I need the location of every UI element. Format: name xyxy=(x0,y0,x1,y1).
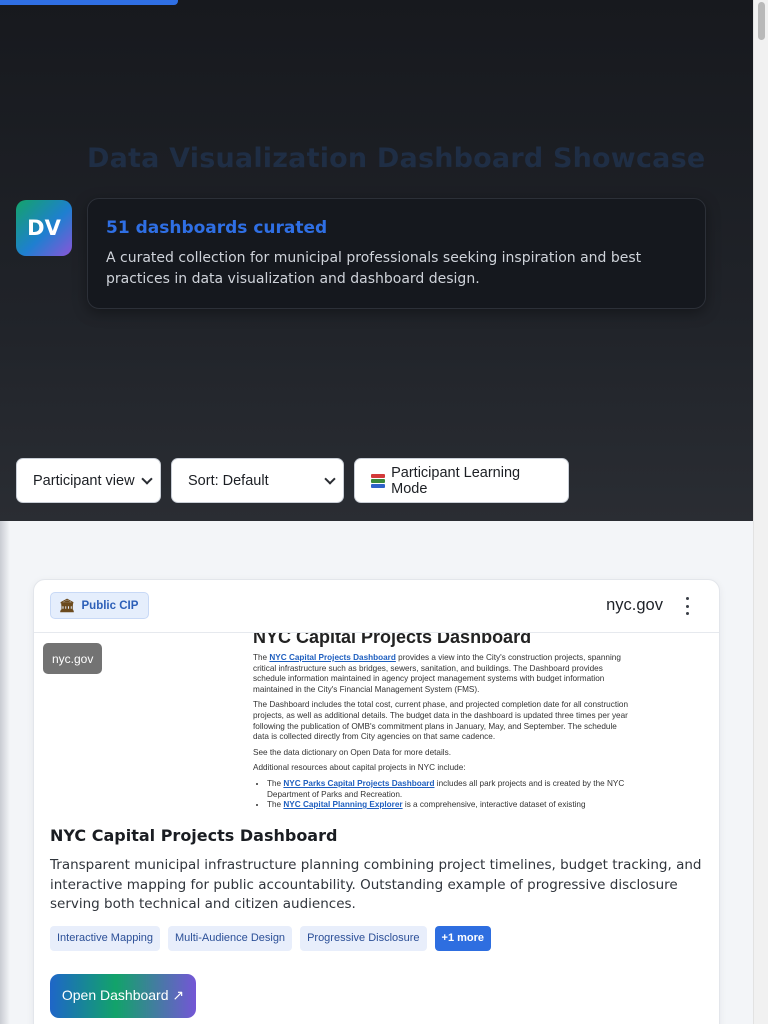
preview-paragraph: See the data dictionary on Open Data for… xyxy=(253,747,451,757)
chevron-down-icon xyxy=(141,473,153,485)
scrollbar-thumb[interactable] xyxy=(758,2,765,40)
category-badge: 🏛 Public CIP xyxy=(50,592,150,619)
dashboard-description: Transparent municipal infrastructure pla… xyxy=(50,857,702,913)
hero-section: Data Visualization Dashboard Showcase DV… xyxy=(0,0,753,521)
preview-list: The NYC Parks Capital Projects Dashboard… xyxy=(267,779,633,811)
more-options-icon[interactable] xyxy=(682,597,692,615)
bank-icon: 🏛 xyxy=(59,597,76,613)
sort-select-value: Sort: Default xyxy=(188,472,269,489)
collection-info-card: 51 dashboards curated A curated collecti… xyxy=(87,198,706,309)
learning-mode-button[interactable]: Participant Learning Mode xyxy=(354,458,569,503)
preview-paragraph: Additional resources about capital proje… xyxy=(253,763,466,773)
preview-domain-tag: nyc.gov xyxy=(43,643,103,674)
view-select[interactable]: Participant view xyxy=(16,458,161,503)
logo-avatar: DV xyxy=(16,200,72,256)
collection-description: A curated collection for municipal profe… xyxy=(106,250,642,287)
toolbar-controls: Participant view Sort: Default Participa… xyxy=(0,458,753,503)
preview-link: NYC Parks Capital Projects Dashboard xyxy=(283,778,435,788)
card-domain: nyc.gov xyxy=(606,596,663,614)
preview-list-item: The NYC Capital Planning Explorer is a c… xyxy=(267,800,633,811)
page-title: Data Visualization Dashboard Showcase xyxy=(87,143,706,174)
preview-paragraph: The Dashboard includes the total cost, c… xyxy=(253,700,629,742)
preview-document: NYC Capital Projects Dashboard The NYC C… xyxy=(253,633,633,811)
more-tags-button[interactable]: +1 more xyxy=(434,925,492,951)
books-icon xyxy=(369,473,386,489)
dashboard-preview-image[interactable]: NYC Capital Projects Dashboard The NYC C… xyxy=(34,633,719,814)
tag-chip: Interactive Mapping xyxy=(50,925,160,951)
dashboard-card: 🏛 Public CIP nyc.gov NYC Capital Project… xyxy=(33,579,720,1024)
top-progress-bar xyxy=(0,0,178,5)
preview-link: NYC Capital Projects Dashboard xyxy=(269,653,396,662)
preview-list-item: The NYC Parks Capital Projects Dashboard… xyxy=(267,779,633,800)
tag-chip: Multi-Audience Design xyxy=(168,925,293,951)
learning-mode-label: Participant Learning Mode xyxy=(391,464,521,497)
view-select-value: Participant view xyxy=(33,472,135,489)
preview-heading: NYC Capital Projects Dashboard xyxy=(253,633,532,647)
preview-link: NYC Capital Planning Explorer xyxy=(283,800,403,810)
tag-chip: Progressive Disclosure xyxy=(300,925,427,951)
left-edge-shadow xyxy=(0,521,10,1024)
dashboard-title: NYC Capital Projects Dashboard xyxy=(50,826,338,845)
card-header: 🏛 Public CIP nyc.gov xyxy=(34,580,719,633)
dashboard-count-heading: 51 dashboards curated xyxy=(106,218,328,238)
preview-paragraph: The NYC Capital Projects Dashboard provi… xyxy=(253,653,621,694)
sort-select[interactable]: Sort: Default xyxy=(171,458,344,503)
category-badge-label: Public CIP xyxy=(81,599,139,612)
open-dashboard-button[interactable]: Open Dashboard ↗ xyxy=(50,973,196,1018)
chevron-down-icon xyxy=(324,473,336,485)
tag-list: Interactive Mapping Multi-Audience Desig… xyxy=(50,925,703,951)
page-scrollbar[interactable] xyxy=(753,0,768,1024)
